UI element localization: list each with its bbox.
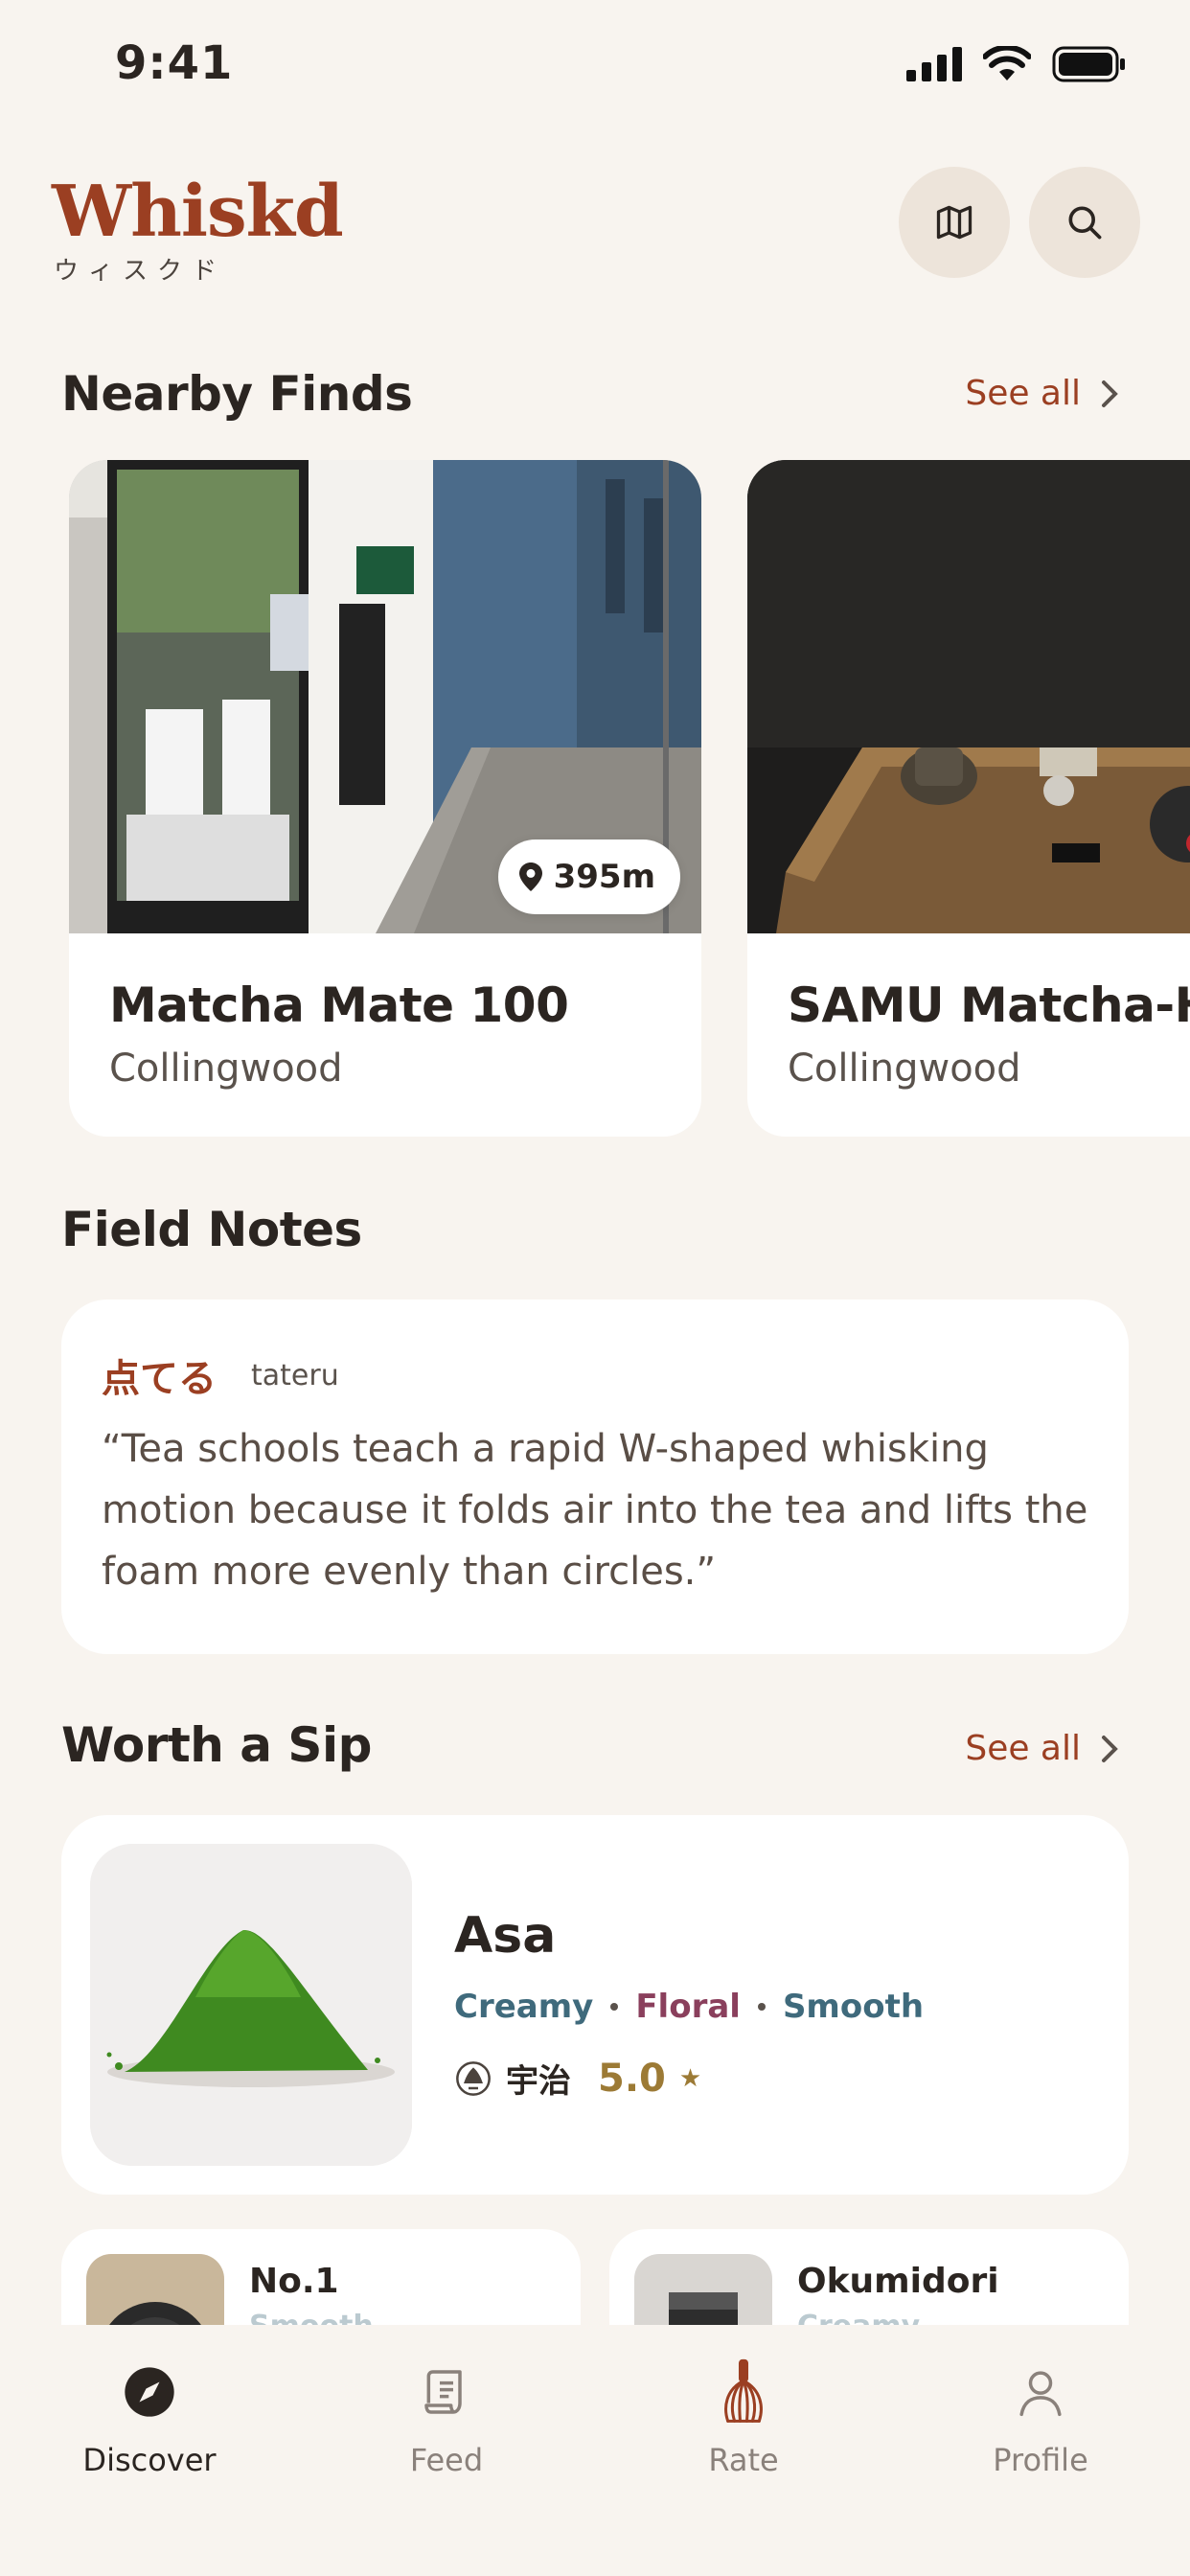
tab-bar: Discover Feed Rate Profile <box>0 2325 1190 2576</box>
distance-badge: 395m <box>497 840 680 914</box>
store-area: Collingwood <box>788 1046 1021 1091</box>
scroll-icon <box>424 2370 462 2414</box>
status-time: 9:41 <box>115 36 234 90</box>
matcha-name: Okumidori <box>797 2262 999 2301</box>
tab-discover[interactable]: Discover <box>34 2354 264 2478</box>
tab-rate[interactable]: Rate <box>629 2354 858 2478</box>
flavor-tag: Smooth <box>782 1988 925 2026</box>
worth-a-sip-title: Worth a Sip <box>61 1717 372 1773</box>
map-button[interactable] <box>899 167 1010 278</box>
whisk-icon <box>724 2358 763 2423</box>
brand-subtitle: ウィスクド <box>54 257 227 286</box>
tag-separator <box>757 2003 766 2011</box>
featured-matcha-card[interactable]: Asa Creamy Floral Smooth 宇治 5.0 ★ <box>61 1815 1129 2195</box>
flavor-tag: Floral <box>635 1988 741 2026</box>
nearby-see-all-link[interactable]: See all <box>965 374 1121 413</box>
chevron-right-icon <box>1102 380 1118 407</box>
tab-feed[interactable]: Feed <box>332 2354 561 2478</box>
field-notes-card: 点てる tateru “Tea schools teach a rapid W-… <box>61 1300 1129 1654</box>
store-name: SAMU Matcha-House <box>788 978 1190 1033</box>
brand-logo: Whiskd <box>52 171 344 253</box>
store-area: Collingwood <box>109 1046 343 1091</box>
matcha-powder-image <box>90 1844 412 2166</box>
matcha-rating: 5.0 <box>598 2056 666 2101</box>
matcha-name: Asa <box>454 1907 557 1965</box>
wifi-icon <box>983 46 1031 80</box>
tab-profile[interactable]: Profile <box>926 2354 1156 2478</box>
sip-see-all-link[interactable]: See all <box>965 1729 1121 1768</box>
app-header: Whiskd ウィスクド <box>0 163 1190 307</box>
search-button[interactable] <box>1029 167 1140 278</box>
store-photo <box>747 460 1190 933</box>
matcha-meta: 宇治 5.0 ★ <box>454 2055 701 2102</box>
notes-quote: “Tea schools teach a rapid W-shaped whis… <box>102 1427 1088 1594</box>
person-icon <box>1019 2371 1062 2417</box>
status-bar: 9:41 <box>0 0 1190 125</box>
distance-label: 395m <box>553 858 655 896</box>
star-icon: ★ <box>678 2063 702 2093</box>
map-icon <box>936 205 973 240</box>
search-icon <box>1068 206 1102 240</box>
location-pin-icon <box>518 862 542 891</box>
chevron-right-icon <box>1102 1735 1118 1762</box>
store-card[interactable]: SAMU Matcha-House Collingwood <box>747 460 1190 1137</box>
status-icons <box>906 46 1127 82</box>
tab-label: Discover <box>82 2442 217 2478</box>
tab-label: Rate <box>708 2442 779 2478</box>
compass-icon <box>125 2367 174 2417</box>
region-crest-icon <box>456 2060 491 2096</box>
store-photo: 395m <box>69 460 701 933</box>
flavor-tags: Creamy Floral Smooth <box>454 1988 924 2026</box>
store-card[interactable]: 395m Matcha Mate 100 Collingwood <box>69 460 701 1137</box>
field-notes-title: Field Notes <box>61 1202 362 1257</box>
tag-separator <box>610 2003 619 2011</box>
notes-term-jp: 点てる <box>102 1357 217 1401</box>
tab-label: Feed <box>409 2442 484 2478</box>
flavor-tag: Creamy <box>454 1988 594 2026</box>
battery-icon <box>1052 46 1125 82</box>
nearby-finds-title: Nearby Finds <box>61 366 413 422</box>
matcha-origin: 宇治 <box>506 2062 571 2101</box>
matcha-name: No.1 <box>249 2262 339 2301</box>
cellular-signal-icon <box>906 47 962 81</box>
store-name: Matcha Mate 100 <box>109 978 569 1033</box>
see-all-label: See all <box>965 374 1081 413</box>
notes-term-romaji: tateru <box>251 1359 339 1392</box>
see-all-label: See all <box>965 1729 1081 1768</box>
tab-label: Profile <box>993 2442 1088 2478</box>
